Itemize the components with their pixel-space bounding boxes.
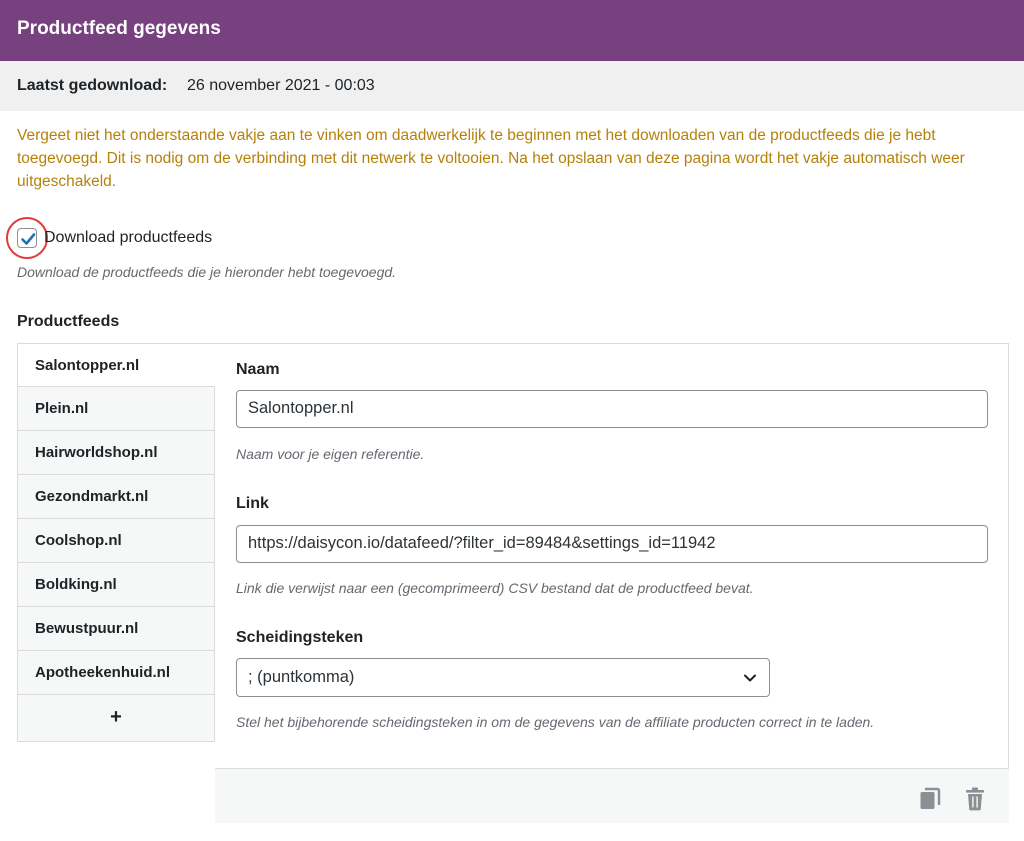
separator-help: Stel het bijbehorende scheidingsteken in… bbox=[236, 714, 875, 730]
name-label: Naam bbox=[236, 361, 280, 378]
tab-gezondmarkt[interactable]: Gezondmarkt.nl bbox=[17, 475, 215, 519]
add-feed-button[interactable]: + bbox=[17, 695, 215, 742]
tab-apotheekenhuid[interactable]: Apotheekenhuid.nl bbox=[17, 651, 215, 695]
productfeeds-title: Productfeeds bbox=[17, 313, 120, 330]
download-checkbox-description: Download de productfeeds die je hieronde… bbox=[17, 264, 397, 280]
separator-select[interactable]: ; (puntkomma) bbox=[236, 658, 770, 697]
download-checkbox[interactable] bbox=[17, 228, 37, 248]
panel-divider bbox=[215, 343, 1009, 344]
name-help: Naam voor je eigen referentie. bbox=[236, 446, 425, 462]
warning-notice: Vergeet niet het onderstaande vakje aan … bbox=[17, 127, 965, 190]
separator-select-value: ; (puntkomma) bbox=[248, 668, 355, 686]
panel-footer bbox=[215, 768, 1009, 823]
tab-boldking[interactable]: Boldking.nl bbox=[17, 563, 215, 607]
link-help: Link die verwijst naar een (gecomprimeer… bbox=[236, 580, 754, 596]
tab-salontopper[interactable]: Salontopper.nl bbox=[17, 343, 215, 387]
link-input[interactable]: https://daisycon.io/datafeed/?filter_id=… bbox=[236, 525, 988, 563]
checkmark-icon bbox=[21, 233, 36, 245]
trash-icon bbox=[966, 787, 984, 811]
last-download-bar: Laatst gedownload: 26 november 2021 - 00… bbox=[0, 61, 1024, 111]
feed-tabs: Salontopper.nl Plein.nl Hairworldshop.nl… bbox=[17, 343, 215, 742]
download-checkbox-label[interactable]: Download productfeeds bbox=[44, 229, 212, 247]
header-bar: Productfeed gegevens bbox=[0, 0, 1024, 61]
duplicate-button[interactable] bbox=[919, 787, 941, 811]
tab-coolshop[interactable]: Coolshop.nl bbox=[17, 519, 215, 563]
last-download-value: 26 november 2021 - 00:03 bbox=[187, 77, 375, 94]
link-label: Link bbox=[236, 495, 269, 512]
delete-button[interactable] bbox=[964, 787, 986, 811]
page-title: Productfeed gegevens bbox=[17, 18, 221, 39]
last-download-label: Laatst gedownload: bbox=[17, 77, 168, 94]
name-input[interactable]: Salontopper.nl bbox=[236, 390, 988, 428]
separator-label: Scheidingsteken bbox=[236, 629, 364, 646]
tab-hairworldshop[interactable]: Hairworldshop.nl bbox=[17, 431, 215, 475]
chevron-down-icon bbox=[744, 674, 756, 682]
tab-plein[interactable]: Plein.nl bbox=[17, 387, 215, 431]
copy-icon bbox=[920, 787, 941, 809]
tab-bewustpuur[interactable]: Bewustpuur.nl bbox=[17, 607, 215, 651]
